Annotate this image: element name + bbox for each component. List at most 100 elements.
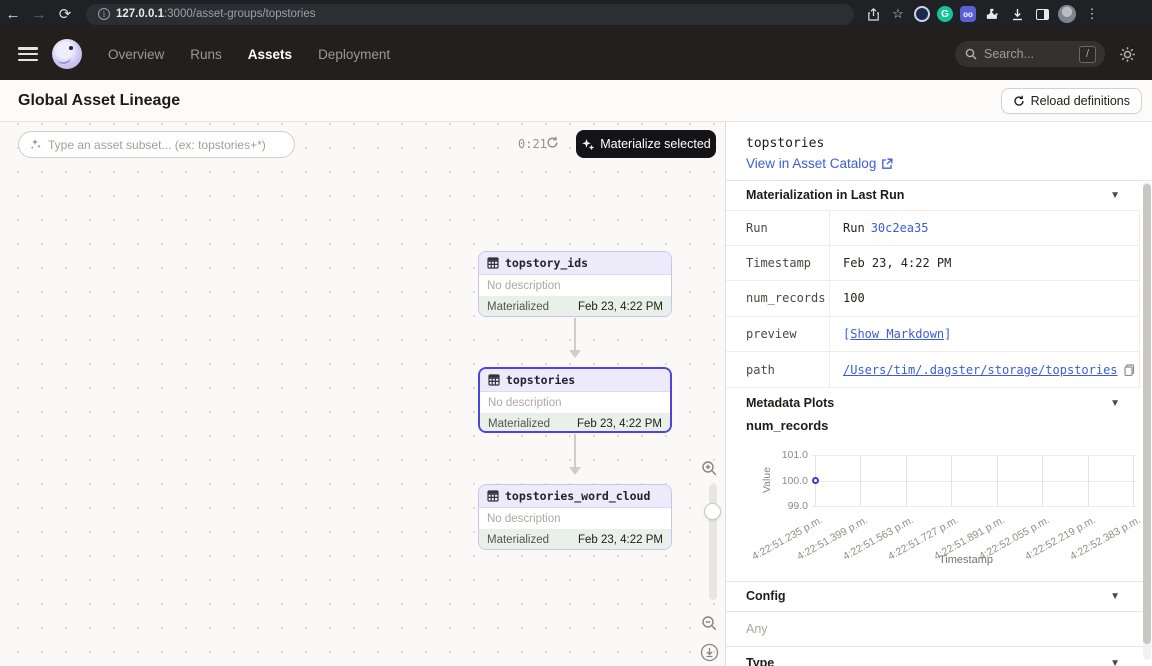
chevron-down-icon[interactable]: ▼ <box>1110 591 1120 602</box>
metadata-table: Run Run30c2ea35 Timestamp Feb 23, 4:22 P… <box>726 210 1140 388</box>
section-title: Materialization in Last Run <box>746 188 904 202</box>
nav-item-runs[interactable]: Runs <box>190 47 222 62</box>
zoom-out-icon[interactable] <box>701 615 718 632</box>
lineage-edge <box>574 318 576 350</box>
side-panel-icon[interactable] <box>1033 5 1051 23</box>
hamburger-menu-icon[interactable] <box>18 47 38 61</box>
zoom-in-icon[interactable] <box>701 460 718 477</box>
asset-details-sidebar: topstories View in Asset Catalog Materia… <box>726 122 1152 666</box>
search-shortcut-badge: / <box>1079 46 1096 63</box>
nav-right: / <box>955 41 1136 67</box>
copy-icon[interactable] <box>1124 364 1135 376</box>
share-icon[interactable] <box>864 5 882 23</box>
asset-node-topstories-word-cloud[interactable]: topstories_word_cloud No description Mat… <box>478 484 672 550</box>
browser-reload-icon[interactable]: ⟳ <box>52 5 78 23</box>
lineage-graph-canvas[interactable]: 0:21 Materialize selected topstory_ids N… <box>0 122 726 666</box>
asset-node-name: topstory_ids <box>505 256 588 270</box>
browser-toolbar: ← → ⟳ i 127.0.0.1:3000/asset-groups/tops… <box>0 0 1152 28</box>
screen: ← → ⟳ i 127.0.0.1:3000/asset-groups/tops… <box>0 0 1152 666</box>
browser-menu-icon[interactable]: ⋮ <box>1083 5 1101 23</box>
materialize-sparkle-icon <box>581 138 594 151</box>
view-in-asset-catalog-link[interactable]: View in Asset Catalog <box>746 156 893 171</box>
asset-node-footer: Materialized Feb 23, 4:22 PM <box>479 529 671 550</box>
chevron-down-icon[interactable]: ▼ <box>1110 658 1120 666</box>
row-value: 100 <box>830 281 1140 316</box>
materialize-selected-button[interactable]: Materialize selected <box>576 130 716 158</box>
y-tick-label: 99.0 <box>768 500 808 512</box>
browser-forward-icon[interactable]: → <box>26 6 52 23</box>
config-value: Any <box>746 622 768 636</box>
chevron-down-icon[interactable]: ▼ <box>1110 190 1120 201</box>
section-title: Type <box>746 656 774 666</box>
show-markdown-link[interactable]: Show Markdown <box>850 327 944 341</box>
plot-title: num_records <box>746 418 828 433</box>
asset-node-timestamp: Feb 23, 4:22 PM <box>577 418 662 430</box>
search-input[interactable] <box>984 47 1072 61</box>
reload-definitions-label: Reload definitions <box>1031 94 1130 108</box>
settings-gear-icon[interactable] <box>1119 46 1136 63</box>
asset-node-description: No description <box>479 508 671 529</box>
asset-node-description: No description <box>479 275 671 296</box>
x-gridline <box>860 455 861 506</box>
row-label: num_records <box>726 281 830 316</box>
lineage-edge-arrowhead <box>569 467 581 475</box>
asset-node-status: Materialized <box>487 301 549 313</box>
sidebar-scrollbar-thumb[interactable] <box>1143 184 1151 644</box>
asset-node-topstories[interactable]: topstories No description Materialized F… <box>478 367 672 433</box>
dagster-logo[interactable] <box>52 39 82 69</box>
bookmark-star-icon[interactable]: ☆ <box>889 5 907 23</box>
section-metadata-plots[interactable]: Metadata Plots ▼ <box>726 388 1152 418</box>
extension-1password-icon[interactable] <box>914 6 930 22</box>
run-prefix: Run <box>843 221 865 235</box>
nav-item-deployment[interactable]: Deployment <box>318 47 390 62</box>
chart-plot-area <box>812 455 1136 506</box>
zoom-slider-track[interactable] <box>709 484 717 600</box>
address-bar[interactable]: i 127.0.0.1:3000/asset-groups/topstories <box>86 4 854 25</box>
browser-profile-avatar[interactable] <box>1058 5 1076 23</box>
extension-grammarly-icon[interactable]: G <box>937 6 953 22</box>
run-id-link[interactable]: 30c2ea35 <box>871 221 929 235</box>
sidebar-asset-name: topstories <box>746 136 824 151</box>
asset-node-status: Materialized <box>488 418 550 430</box>
nav-item-overview[interactable]: Overview <box>108 47 164 62</box>
browser-back-icon[interactable]: ← <box>0 6 26 23</box>
nav-item-assets[interactable]: Assets <box>248 47 292 62</box>
x-gridline <box>1088 455 1089 506</box>
asset-node-topstory-ids[interactable]: topstory_ids No description Materialized… <box>478 251 672 317</box>
site-info-icon[interactable]: i <box>98 8 110 20</box>
section-config[interactable]: Config ▼ <box>726 581 1152 611</box>
x-gridline <box>951 455 952 506</box>
bracket: [ <box>843 327 850 341</box>
section-type[interactable]: Type ▼ <box>726 648 1152 666</box>
section-materialization-last-run[interactable]: Materialization in Last Run ▼ <box>726 180 1152 210</box>
extensions-puzzle-icon[interactable] <box>983 5 1001 23</box>
data-point[interactable] <box>812 477 819 484</box>
path-link[interactable]: /Users/tim/.dagster/storage/topstories <box>843 363 1118 377</box>
table-row-timestamp: Timestamp Feb 23, 4:22 PM <box>726 246 1140 282</box>
asset-node-status: Materialized <box>487 534 549 546</box>
chevron-down-icon[interactable]: ▼ <box>1110 398 1120 409</box>
page-title: Global Asset Lineage <box>18 92 180 110</box>
downloads-icon[interactable] <box>1008 5 1026 23</box>
reload-icon <box>1013 95 1025 107</box>
row-label: preview <box>726 317 830 352</box>
materialize-selected-label: Materialize selected <box>600 137 710 151</box>
zoom-slider-handle[interactable] <box>704 503 721 520</box>
asset-subset-filter[interactable] <box>18 131 295 158</box>
fit-view-icon[interactable] <box>700 643 719 662</box>
y-gridline <box>812 506 1136 507</box>
external-link-icon <box>881 158 893 170</box>
view-in-asset-catalog-label: View in Asset Catalog <box>746 156 876 171</box>
graph-refresh-timer: 0:21 <box>518 137 547 151</box>
reload-definitions-button[interactable]: Reload definitions <box>1001 88 1142 114</box>
url-text[interactable]: 127.0.0.1:3000/asset-groups/topstories <box>116 8 315 20</box>
extension-goggles-icon[interactable]: oo <box>960 6 976 22</box>
table-row-run: Run Run30c2ea35 <box>726 210 1140 246</box>
browser-action-icons: ☆ G oo ⋮ <box>864 5 1101 23</box>
graph-refresh-icon[interactable] <box>546 136 559 149</box>
row-label: path <box>726 352 830 387</box>
asset-subset-input[interactable] <box>48 138 278 152</box>
section-title: Config <box>746 589 786 603</box>
global-search[interactable]: / <box>955 41 1105 67</box>
asset-node-footer: Materialized Feb 23, 4:22 PM <box>479 296 671 317</box>
